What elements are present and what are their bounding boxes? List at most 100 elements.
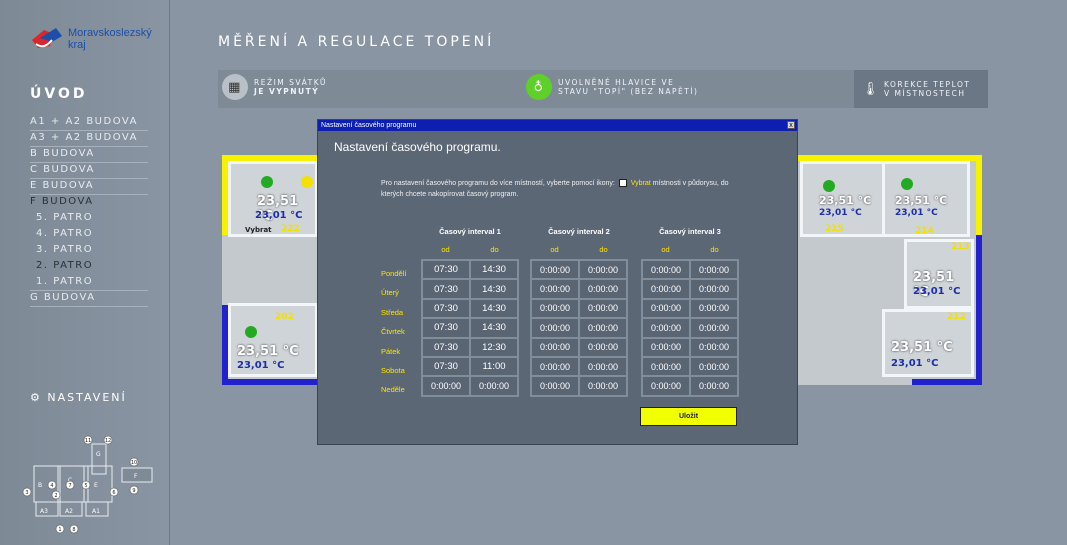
time-input[interactable]: 0:00:00 bbox=[642, 337, 690, 357]
time-input[interactable]: 14:30 bbox=[470, 260, 518, 280]
room-setpoint: 23,01 °C bbox=[237, 360, 285, 371]
time-input[interactable]: 0:00:00 bbox=[470, 376, 518, 396]
page-title: MĚŘENÍ A REGULACE TOPENÍ bbox=[218, 34, 495, 50]
nav-item-c[interactable]: C BUDOVA bbox=[30, 163, 148, 179]
time-input[interactable]: 12:30 bbox=[470, 337, 518, 357]
time-input[interactable]: 0:00:00 bbox=[579, 376, 627, 396]
day-label: Úterý bbox=[381, 288, 399, 298]
status-ok-icon bbox=[245, 326, 257, 338]
room-214[interactable]: 23,51 °C 23,01 °C 214 bbox=[882, 161, 970, 237]
interval-title: Časový interval 2 bbox=[548, 227, 610, 236]
time-input[interactable]: 0:00:00 bbox=[422, 376, 470, 396]
time-input[interactable]: 11:00 bbox=[470, 356, 518, 377]
time-input[interactable]: 0:00:00 bbox=[642, 356, 690, 377]
time-input[interactable]: 0:00:00 bbox=[690, 279, 738, 299]
nav-item-a3-a2[interactable]: A3 + A2 BUDOVA bbox=[30, 131, 148, 147]
time-input[interactable]: 0:00:00 bbox=[690, 376, 738, 396]
time-input[interactable]: 0:00:00 bbox=[579, 279, 627, 299]
minimap-num-9: 9 bbox=[132, 488, 135, 494]
room-213[interactable]: 213 23,51 °C 23,01 °C bbox=[904, 239, 974, 309]
time-input[interactable]: 0:00:00 bbox=[531, 356, 579, 377]
temperature-correction-button[interactable]: 🌡 KOREKCE TEPLOT V MÍSTNOSTECH bbox=[854, 70, 988, 108]
close-button[interactable]: x bbox=[787, 121, 795, 129]
nav-item-a1-a2[interactable]: A1 + A2 BUDOVA bbox=[30, 115, 148, 131]
gears-icon: ⚙ bbox=[30, 391, 42, 404]
time-input[interactable]: 0:00:00 bbox=[642, 376, 690, 396]
room-temp: 23,51 °C bbox=[895, 194, 948, 207]
time-input[interactable]: 0:00:00 bbox=[690, 337, 738, 357]
warning-icon bbox=[301, 176, 313, 188]
building-nav: A1 + A2 BUDOVA A3 + A2 BUDOVA B BUDOVA C… bbox=[30, 115, 148, 307]
valves-line1: UVOLNĚNÉ HLAVICE VE bbox=[558, 78, 675, 87]
day-label: Neděle bbox=[381, 385, 405, 395]
room-select-label[interactable]: Vybrat bbox=[245, 226, 272, 234]
time-input[interactable]: 14:30 bbox=[470, 318, 518, 338]
time-input[interactable]: 0:00:00 bbox=[531, 376, 579, 396]
time-input[interactable]: 0:00:00 bbox=[531, 318, 579, 338]
minimap-num-2: 2 bbox=[54, 493, 57, 499]
nav-item-f[interactable]: F BUDOVA bbox=[30, 195, 148, 211]
settings-link[interactable]: ⚙ NASTAVENÍ bbox=[30, 391, 127, 404]
nav-item-g[interactable]: G BUDOVA bbox=[30, 291, 148, 307]
from-header: od bbox=[550, 245, 559, 254]
time-input[interactable]: 0:00:00 bbox=[642, 279, 690, 299]
time-input[interactable]: 0:00:00 bbox=[531, 337, 579, 357]
time-input[interactable]: 0:00:00 bbox=[579, 260, 627, 280]
time-input[interactable]: 0:00:00 bbox=[531, 279, 579, 299]
time-input[interactable]: 0:00:00 bbox=[579, 356, 627, 377]
interval-2: Časový interval 2 od do 0:00:00 0:00:00 … bbox=[530, 227, 628, 397]
day-label: Sobota bbox=[381, 365, 405, 375]
time-input[interactable]: 0:00:00 bbox=[579, 337, 627, 357]
nav-item-floor-3[interactable]: 3. PATRO bbox=[30, 243, 148, 259]
holiday-mode-toggle[interactable]: ▦ REŽIM SVÁTKŮ JE VYPNUTÝ bbox=[222, 74, 327, 100]
holiday-line1: REŽIM SVÁTKŮ bbox=[254, 78, 327, 87]
room-number: 212 bbox=[947, 312, 966, 322]
time-input[interactable]: 07:30 bbox=[422, 298, 470, 319]
room-215[interactable]: 23,51 °C 23,01 °C 215 bbox=[800, 161, 888, 237]
time-input[interactable]: 0:00:00 bbox=[642, 298, 690, 319]
time-input[interactable]: 0:00:00 bbox=[690, 356, 738, 377]
room-212[interactable]: 212 23,51 °C 23,01 °C bbox=[882, 309, 974, 377]
dialog-titlebar[interactable]: Nastavení časového programu x bbox=[318, 120, 797, 131]
holiday-line2: JE VYPNUTÝ bbox=[254, 87, 320, 96]
nav-home[interactable]: ÚVOD bbox=[30, 86, 87, 102]
time-input[interactable]: 0:00:00 bbox=[531, 298, 579, 319]
room-setpoint: 23,01 °C bbox=[895, 208, 938, 218]
time-input[interactable]: 0:00:00 bbox=[690, 260, 738, 280]
room-temp: 23,51 °C bbox=[237, 344, 299, 359]
time-input[interactable]: 07:30 bbox=[422, 318, 470, 338]
time-input[interactable]: 14:30 bbox=[470, 279, 518, 299]
nav-item-floor-5[interactable]: 5. PATRO bbox=[30, 211, 148, 227]
time-input[interactable]: 0:00:00 bbox=[642, 318, 690, 338]
time-input[interactable]: 0:00:00 bbox=[690, 318, 738, 338]
valves-line2: STAVU "TOPÍ" (BEZ NAPĚTÍ) bbox=[558, 87, 699, 96]
room-setpoint: 23,01 °C bbox=[891, 358, 939, 369]
save-button[interactable]: Uložit bbox=[640, 407, 737, 426]
time-input[interactable]: 07:30 bbox=[422, 279, 470, 299]
nav-item-e[interactable]: E BUDOVA bbox=[30, 179, 148, 195]
room-222[interactable]: 23,51 °C 23,01 °C Vybrat 222 bbox=[228, 161, 318, 237]
nav-item-floor-4[interactable]: 4. PATRO bbox=[30, 227, 148, 243]
settings-label: NASTAVENÍ bbox=[47, 391, 127, 404]
released-valves-status[interactable]: ♁ UVOLNĚNÉ HLAVICE VE STAVU "TOPÍ" (BEZ … bbox=[526, 74, 698, 100]
time-input[interactable]: 0:00:00 bbox=[579, 318, 627, 338]
nav-item-floor-1[interactable]: 1. PATRO bbox=[30, 275, 148, 291]
building-minimap[interactable]: A3 A2 A1 B C E F G 1 8 3 4 5 6 7 2 9 10 … bbox=[22, 432, 157, 537]
nav-item-floor-2[interactable]: 2. PATRO bbox=[30, 259, 148, 275]
time-input[interactable]: 0:00:00 bbox=[690, 298, 738, 319]
calendar-icon: ▦ bbox=[222, 74, 248, 100]
nav-item-b[interactable]: B BUDOVA bbox=[30, 147, 148, 163]
time-input[interactable]: 0:00:00 bbox=[579, 298, 627, 319]
room-temp: 23,51 °C bbox=[891, 340, 953, 355]
time-input[interactable]: 07:30 bbox=[422, 260, 470, 280]
logo[interactable]: Moravskoslezský kraj bbox=[30, 24, 152, 54]
time-input[interactable]: 07:30 bbox=[422, 337, 470, 357]
room-setpoint: 23,01 °C bbox=[819, 208, 862, 218]
time-input[interactable]: 14:30 bbox=[470, 298, 518, 319]
time-input[interactable]: 0:00:00 bbox=[531, 260, 579, 280]
to-header: do bbox=[710, 245, 719, 254]
time-input[interactable]: 0:00:00 bbox=[642, 260, 690, 280]
minimap-label-b: B bbox=[38, 482, 42, 489]
time-input[interactable]: 07:30 bbox=[422, 356, 470, 377]
room-202[interactable]: 202 23,51 °C 23,01 °C bbox=[228, 303, 318, 377]
